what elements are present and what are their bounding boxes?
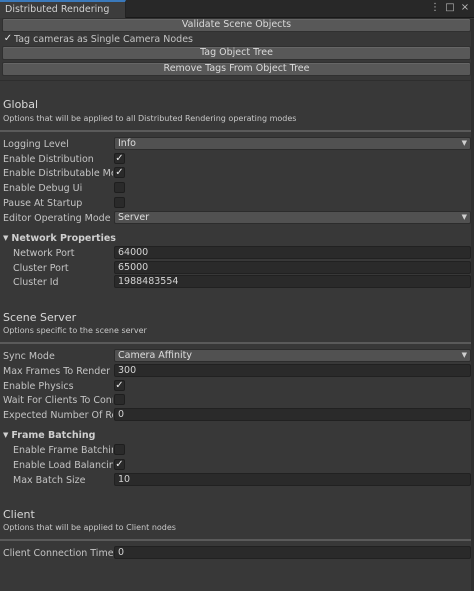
pause-at-startup-label: Pause At Startup [3, 198, 83, 209]
close-icon[interactable]: × [460, 2, 470, 14]
wait-for-clients-checkbox[interactable] [114, 394, 125, 405]
network-port-label: Network Port [13, 248, 75, 259]
scene-server-divider [0, 342, 474, 344]
global-section-description: Options that will be applied to all Dist… [3, 114, 297, 123]
cluster-id-label: Cluster Id [13, 277, 59, 288]
chevron-down-icon: ▼ [461, 213, 467, 221]
enable-distribution-label: Enable Distribution [3, 154, 94, 165]
max-batch-size-label: Max Batch Size [13, 475, 86, 486]
enable-distributable-methods-label: Enable Distributable Methods [3, 168, 113, 179]
pause-at-startup-checkbox[interactable] [114, 197, 125, 208]
enable-distributable-methods-checkbox[interactable]: ✓ [114, 167, 125, 178]
logging-level-value: Info [118, 138, 136, 149]
enable-debug-ui-checkbox[interactable] [114, 182, 125, 193]
window-tab-bar: Distributed Rendering ⋮ □ × [0, 0, 474, 18]
chevron-down-icon: ▼ [461, 351, 467, 359]
tag-object-tree-button[interactable]: Tag Object Tree [2, 46, 471, 60]
enable-load-balancing-checkbox[interactable]: ✓ [114, 459, 125, 470]
enable-distribution-checkbox[interactable]: ✓ [114, 153, 125, 164]
frame-batching-foldout[interactable]: ▼ Frame Batching [3, 430, 95, 441]
client-connection-timeout-field[interactable]: 0 [114, 546, 471, 559]
sync-mode-dropdown[interactable]: Camera Affinity ▼ [114, 349, 471, 362]
enable-physics-checkbox[interactable]: ✓ [114, 380, 125, 391]
cluster-port-field[interactable]: 65000 [114, 261, 471, 274]
enable-load-balancing-label: Enable Load Balancing [13, 460, 113, 471]
client-section-description: Options that will be applied to Client n… [3, 523, 176, 532]
wait-for-clients-label: Wait For Clients To Connect [3, 395, 113, 406]
editor-operating-mode-label: Editor Operating Mode [3, 213, 111, 224]
foldout-expanded-icon: ▼ [3, 234, 9, 242]
cluster-port-label: Cluster Port [13, 263, 69, 274]
client-connection-timeout-label: Client Connection Timeout [3, 548, 113, 559]
sync-mode-value: Camera Affinity [118, 350, 192, 361]
network-port-field[interactable]: 64000 [114, 246, 471, 259]
max-frames-to-render-field[interactable]: 300 [114, 364, 471, 377]
foldout-expanded-icon: ▼ [3, 431, 9, 439]
global-section-title: Global [3, 98, 39, 111]
client-section-title: Client [3, 508, 35, 521]
toolbar-separator [0, 80, 474, 81]
global-divider [0, 130, 474, 132]
network-properties-title: Network Properties [11, 233, 116, 244]
sync-mode-label: Sync Mode [3, 351, 55, 362]
editor-operating-mode-value: Server [118, 212, 150, 223]
tag-cameras-checkbox[interactable]: ✓ [3, 34, 13, 45]
enable-physics-label: Enable Physics [3, 381, 74, 392]
expected-number-of-render-nodes-label: Expected Number Of Render Nodes [3, 410, 113, 421]
logging-level-label: Logging Level [3, 139, 69, 150]
scene-server-section-title: Scene Server [3, 311, 77, 324]
expected-number-of-render-nodes-field[interactable]: 0 [114, 408, 471, 421]
enable-frame-batching-label: Enable Frame Batching [13, 445, 113, 456]
enable-debug-ui-label: Enable Debug Ui [3, 183, 83, 194]
maximize-icon[interactable]: □ [445, 2, 455, 14]
window-controls: ⋮ □ × [430, 2, 470, 14]
max-batch-size-field[interactable]: 10 [114, 473, 471, 486]
scene-server-section-description: Options specific to the scene server [3, 326, 147, 335]
tab-distributed-rendering[interactable]: Distributed Rendering [0, 0, 126, 18]
logging-level-dropdown[interactable]: Info ▼ [114, 137, 471, 150]
validate-scene-objects-button[interactable]: Validate Scene Objects [2, 18, 471, 32]
enable-frame-batching-checkbox[interactable] [114, 444, 125, 455]
frame-batching-title: Frame Batching [11, 430, 96, 441]
remove-tags-button[interactable]: Remove Tags From Object Tree [2, 62, 471, 76]
tab-title: Distributed Rendering [5, 4, 110, 15]
max-frames-to-render-label: Max Frames To Render [3, 366, 111, 377]
network-properties-foldout[interactable]: ▼ Network Properties [3, 233, 116, 244]
more-options-icon[interactable]: ⋮ [430, 2, 440, 14]
tag-cameras-label: Tag cameras as Single Camera Nodes [14, 34, 194, 45]
cluster-id-field[interactable]: 1988483554 [114, 275, 471, 288]
editor-operating-mode-dropdown[interactable]: Server ▼ [114, 211, 471, 224]
client-divider [0, 539, 474, 541]
chevron-down-icon: ▼ [461, 139, 467, 147]
